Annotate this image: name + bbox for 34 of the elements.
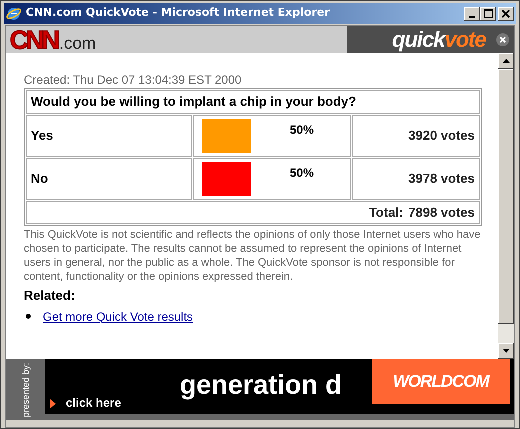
worldcom-logo: WORLDCOM	[372, 359, 510, 404]
vote-count: 3920 votes	[352, 115, 480, 157]
window-title: CNN.com QuickVote - Microsoft Internet Explorer	[26, 5, 331, 22]
quickvote-logo: quickvote	[392, 28, 486, 50]
poll-question: Would you be willing to implant a chip in your body?	[26, 90, 480, 114]
option-label: Yes	[26, 115, 192, 157]
percent-text: 50%	[290, 122, 314, 139]
vote-count: 3978 votes	[352, 158, 480, 200]
related-link[interactable]: Get more Quick Vote results	[43, 308, 194, 326]
related-heading: Related:	[24, 287, 76, 305]
slogan-text: generation d	[180, 368, 344, 402]
bullet-icon	[26, 314, 31, 319]
maximize-icon	[484, 9, 492, 18]
minimize-button[interactable]	[464, 6, 480, 20]
browser-icon	[6, 6, 22, 22]
total-votes: 7898 votes	[408, 204, 475, 222]
maximize-button[interactable]	[480, 6, 496, 20]
arrow-icon	[50, 399, 56, 409]
created-date: Created: Thu Dec 07 13:04:39 EST 2000	[24, 73, 243, 87]
site-logo: CNN.com	[10, 26, 96, 52]
close-icon[interactable]	[496, 32, 510, 46]
down-arrow-icon	[502, 349, 510, 353]
option-label: No	[26, 158, 192, 200]
click-here-link[interactable]: click here	[66, 397, 122, 409]
disclaimer-text: This QuickVote is not scientific and reflects the opinions of only those Internet users who have chosen to participate. The results cannot be assumed to represent the opinions of Internet users in general, nor the public as a whole. The QuickVote sponsor is not responsible for content, functionality or the opinions expressed therein.	[24, 228, 482, 284]
percent-text: 50%	[290, 165, 314, 182]
presented-by-text: presented by:	[20, 363, 30, 418]
scroll-down-button[interactable]	[498, 343, 514, 359]
close-button[interactable]	[498, 6, 514, 20]
close-icon	[502, 10, 510, 18]
total-label: Total:	[369, 204, 404, 222]
scroll-up-button[interactable]	[498, 53, 514, 69]
minimize-icon	[469, 16, 475, 18]
up-arrow-icon	[502, 59, 510, 63]
